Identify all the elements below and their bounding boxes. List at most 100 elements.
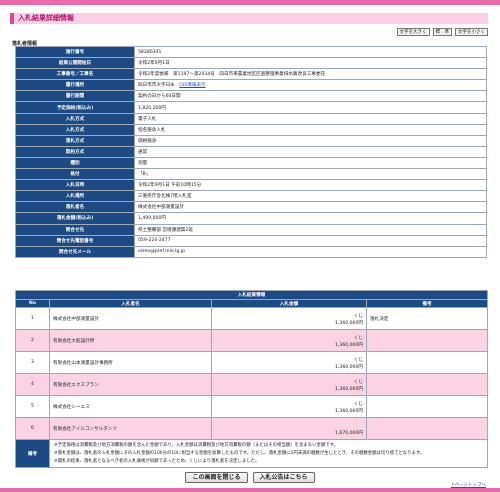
info-label: 施行番号 xyxy=(15,45,135,59)
font-size-controls: 文字を大きく 標 準 文字を小さく xyxy=(396,28,488,36)
bid-amount: 1,360,000円 xyxy=(335,386,363,392)
bidder-row: 2 有限会社大船設計所 くじ 1,360,000円 xyxy=(15,329,489,352)
info-row: 予定価格(税込み) 1,820,200円 xyxy=(15,101,487,114)
info-row: 施行番号 58280341 xyxy=(15,45,487,59)
info-value: eizen@pref.mie.lg.jp xyxy=(134,245,487,258)
winner-info-table: 施行番号 58280341 結果公開開始日 令和2年9月1日 工事番号／工事名 令和2年度… xyxy=(15,45,487,258)
info-value: 令和2年9月1日 xyxy=(134,57,487,70)
info-row: 入札方式 指名競争入札 xyxy=(15,123,487,136)
info-row: 問合せ先メール eizen@pref.mie.lg.jp xyxy=(15,245,487,258)
note-label: 備考 xyxy=(15,438,50,469)
info-value-text: 株式会社中部測量設計 xyxy=(138,205,184,211)
info-value: 1,490,000円 xyxy=(134,212,487,225)
bidder-name: 株式会社シーエス xyxy=(49,395,212,418)
info-value: 059-224-2477 xyxy=(134,234,487,247)
note-line: ※落札金額は、落札者の入札金額にその入札金額の100分の10に相当する金額を加算… xyxy=(54,450,425,456)
info-label: 種別 xyxy=(15,156,135,170)
bidder-row: 6 有限会社アイルコンサルタンツ 1,670,000円 xyxy=(15,417,489,440)
close-window-button[interactable]: この画面を閉じる xyxy=(185,472,248,483)
info-value-text: 1,820,200円 xyxy=(138,105,166,111)
bidder-name: 有限会社アイルコンサルタンツ xyxy=(49,417,212,440)
bid-amount: 1,360,000円 xyxy=(335,408,363,414)
info-label: 落札金額(税込み) xyxy=(15,212,135,225)
page-title: 入札結果詳細情報 xyxy=(10,13,488,24)
bid-amount: 1,360,000円 xyxy=(335,342,363,348)
info-label: 工事番号／工事名 xyxy=(15,68,135,81)
col-header-name: 入札者名 xyxy=(49,299,212,308)
info-value: 電子入札 xyxy=(134,112,487,125)
info-row: 問合せ先電話番号 059-224-2477 xyxy=(15,234,487,247)
info-label: 入札場所 xyxy=(15,190,135,203)
info-label: 問合せ先 xyxy=(15,223,135,236)
col-header-no: No xyxy=(15,299,50,308)
bidder-no: 1 xyxy=(15,307,50,330)
info-value-text: eizen@pref.mie.lg.jp xyxy=(138,249,186,255)
bid-remarks xyxy=(365,373,489,396)
info-label: 結果公開開始日 xyxy=(15,57,135,70)
top-accent-bar xyxy=(0,0,500,5)
info-row: 入札日時 令和2年9月1日 午前10時15分 xyxy=(15,179,487,192)
info-label: 予定価格(税込み) xyxy=(15,101,135,114)
font-larger-button[interactable]: 文字を大きく xyxy=(396,28,430,36)
info-label: 格付 xyxy=(15,168,135,181)
bid-remarks xyxy=(365,417,489,440)
bid-remarks: 落札決定 xyxy=(365,307,489,330)
info-value-text: 指名競争入札 xyxy=(138,127,166,133)
note-line: ※予定価格は消費税及び地方消費税の額を含んだ金額であり、入札金額は消費税及び地方… xyxy=(54,443,339,448)
info-row: 履行場所 四日市市大字日永 GIS情報表示 xyxy=(15,79,487,92)
info-value: 三重県庁舎北棟7階入札室 xyxy=(134,190,487,203)
info-row: 落札方式 価格競争 xyxy=(15,134,487,147)
bidder-no: 4 xyxy=(15,373,50,396)
info-value: 58280341 xyxy=(134,45,487,59)
info-row: 落札者名 株式会社中部測量設計 xyxy=(15,201,487,214)
info-row: 入札場所 三重県庁舎北棟7階入札室 xyxy=(15,190,487,203)
info-value-text: 「B」 xyxy=(138,172,151,178)
bid-amount-cell: くじ 1,360,000円 xyxy=(211,395,367,418)
info-value-text: 令和2年度委補 第1197〜第2034号 四日市東農業地区区画整理事業排水路改良… xyxy=(138,72,326,78)
bidder-row: 1 株式会社中部測量設計 くじ 1,360,000円 落札決定 xyxy=(15,307,489,330)
info-label: 落札者名 xyxy=(15,201,135,214)
info-value-text: 三重県庁舎北棟7階入札室 xyxy=(138,194,192,200)
bidder-name: 株式会社中部測量設計 xyxy=(49,307,212,330)
info-value: 令和2年9月1日 午前10時15分 xyxy=(134,179,487,192)
bid-amount: 1,670,000円 xyxy=(335,430,363,436)
info-row: 問合せ先 県土整備部 営繕課建築2班 xyxy=(15,223,487,236)
info-label: 履行場所 xyxy=(15,79,135,92)
col-header-remarks: 備考 xyxy=(365,299,489,308)
bidder-row: 3 有限会社山本測量設計事務所 くじ 1,360,000円 xyxy=(15,351,489,374)
info-value-text: 1,490,000円 xyxy=(138,216,166,222)
bid-amount: 1,360,000円 xyxy=(335,320,363,326)
bidder-no: 5 xyxy=(15,395,50,418)
font-smaller-button[interactable]: 文字を小さく xyxy=(455,28,488,36)
font-standard-button[interactable]: 標 準 xyxy=(432,28,452,36)
info-row: 結果公開開始日 令和2年9月1日 xyxy=(15,57,487,70)
info-value-text: 四日市市大字日永 xyxy=(138,83,175,89)
info-label: 問合せ先電話番号 xyxy=(15,234,135,247)
info-row: 契約方式 通常 xyxy=(15,145,487,158)
info-value: 四日市市大字日永 GIS情報表示 xyxy=(134,79,487,92)
footer-buttons: この画面を閉じる 入札公告はこちら xyxy=(0,472,500,483)
info-label: 入札日時 xyxy=(15,179,135,192)
info-value: 指名競争入札 xyxy=(134,123,487,136)
bid-amount-cell: 1,670,000円 xyxy=(211,417,367,440)
bid-notice-button[interactable]: 入札公告はこちら xyxy=(252,472,315,483)
info-value-text: 電子入札 xyxy=(138,116,157,122)
info-label: 落札方式 xyxy=(15,134,135,147)
bid-amount-cell: くじ 1,360,000円 xyxy=(211,373,367,396)
bottom-accent-bar xyxy=(0,488,500,492)
info-label: 入札方式 xyxy=(15,112,135,125)
info-row: 格付 「B」 xyxy=(15,168,487,181)
bid-remarks xyxy=(365,351,489,374)
info-value-text: 58280341 xyxy=(138,49,162,55)
info-row: 履行期間 契約の日から60日間 xyxy=(15,90,487,103)
gis-info-link[interactable]: GIS情報表示 xyxy=(179,83,205,88)
info-value: 令和2年度委補 第1197〜第2034号 四日市東農業地区区画整理事業排水路改良… xyxy=(134,68,487,81)
info-value-text: 価格競争 xyxy=(138,138,157,144)
info-label: 履行期間 xyxy=(15,90,135,103)
info-row: 落札金額(税込み) 1,490,000円 xyxy=(15,212,487,225)
bid-amount: 1,360,000円 xyxy=(335,364,363,370)
bidder-row: 5 株式会社シーエス くじ 1,360,000円 xyxy=(15,395,489,418)
info-value-text: 059-224-2477 xyxy=(138,238,171,244)
bid-amount-cell: くじ 1,360,000円 xyxy=(211,329,367,352)
info-row: 工事番号／工事名 令和2年度委補 第1197〜第2034号 四日市東農業地区区画整… xyxy=(15,68,487,81)
